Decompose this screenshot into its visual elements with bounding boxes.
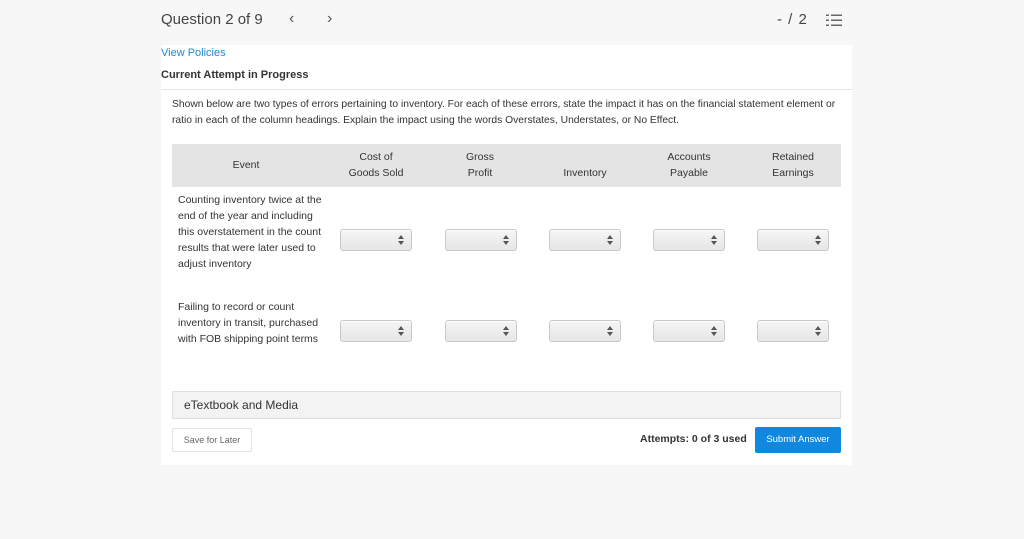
view-policies-link[interactable]: View Policies — [161, 47, 226, 59]
select-retained-earnings-row2[interactable] — [757, 320, 829, 342]
header-retained-earnings: Retained Earnings — [751, 149, 835, 181]
question-counter: Question 2 of 9 — [161, 11, 263, 28]
select-arrows-icon — [607, 235, 613, 245]
select-arrows-icon — [815, 326, 821, 336]
header-line: Profit — [467, 167, 493, 179]
numbered-list-icon[interactable] — [826, 14, 842, 27]
header-line: Retained — [771, 151, 815, 163]
select-accounts-payable-row1[interactable] — [653, 229, 725, 251]
chevron-right-icon[interactable]: › — [327, 10, 332, 28]
event-description: Counting inventory twice at the end of t… — [178, 194, 322, 270]
attempts-counter: Attempts: 0 of 3 used — [640, 433, 747, 445]
header-line: Cost of — [359, 151, 393, 163]
select-arrows-icon — [503, 326, 509, 336]
event-description: Failing to record or count inventory in … — [178, 301, 319, 345]
save-for-later-button[interactable]: Save for Later — [172, 428, 252, 452]
select-arrows-icon — [398, 235, 404, 245]
score-display: - / 2 — [777, 11, 808, 28]
header-inventory: Inventory — [563, 167, 607, 179]
question-instructions: Shown below are two types of errors pert… — [172, 99, 836, 126]
header-accounts-payable: Accounts Payable — [647, 149, 731, 181]
header-event: Event — [232, 159, 260, 171]
select-gross-profit-row2[interactable] — [445, 320, 517, 342]
header-line: Earnings — [772, 167, 814, 179]
chevron-left-icon[interactable]: ‹ — [289, 10, 294, 28]
etextbook-media-panel[interactable]: eTextbook and Media — [172, 391, 841, 419]
header-line: Goods Sold — [348, 167, 404, 179]
top-bar: Question 2 of 9 ‹ › - / 2 — [0, 0, 1024, 45]
header-gross-profit: Gross Profit — [438, 149, 522, 181]
select-retained-earnings-row1[interactable] — [757, 229, 829, 251]
attempt-status-heading: Current Attempt in Progress — [161, 69, 309, 81]
select-cogs-row2[interactable] — [340, 320, 412, 342]
submit-answer-button[interactable]: Submit Answer — [755, 427, 841, 453]
select-accounts-payable-row2[interactable] — [653, 320, 725, 342]
select-arrows-icon — [503, 235, 509, 245]
select-arrows-icon — [711, 235, 717, 245]
select-inventory-row1[interactable] — [549, 229, 621, 251]
select-arrows-icon — [398, 326, 404, 336]
header-cost-of-goods-sold: Cost of Goods Sold — [334, 149, 418, 181]
select-gross-profit-row1[interactable] — [445, 229, 517, 251]
select-inventory-row2[interactable] — [549, 320, 621, 342]
question-card: View Policies Current Attempt in Progres… — [161, 45, 852, 465]
divider — [161, 89, 852, 90]
header-line: Payable — [670, 167, 708, 179]
header-line: Gross — [465, 151, 494, 163]
select-arrows-icon — [607, 326, 613, 336]
table-header: Event Cost of Goods Sold Gross Profit In… — [172, 144, 841, 187]
select-cogs-row1[interactable] — [340, 229, 412, 251]
header-line: Accounts — [667, 151, 711, 163]
select-arrows-icon — [815, 235, 821, 245]
select-arrows-icon — [711, 326, 717, 336]
